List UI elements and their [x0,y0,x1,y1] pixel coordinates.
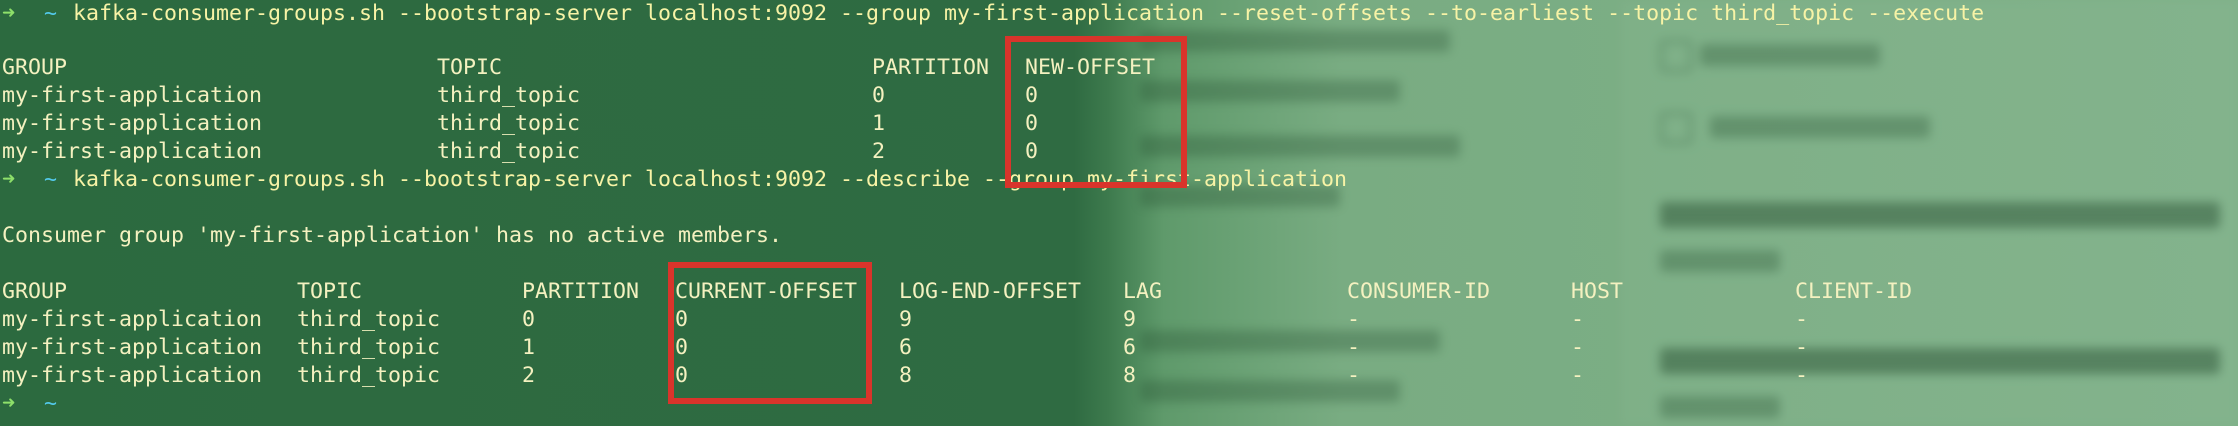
cell-lag: 9 [1123,307,1137,332]
cell-topic: third_topic [437,111,581,136]
cell-new-offset: 0 [1025,139,1039,164]
cell-log-end-offset: 9 [899,307,913,332]
cell-client-id: - [1795,363,1809,388]
cell-partition: 1 [522,335,536,360]
cell-host: - [1571,363,1585,388]
column-header-lag: LAG [1123,279,1163,304]
cell-host: - [1571,307,1585,332]
prompt-tilde: ~ [44,167,58,192]
cell-new-offset: 0 [1025,83,1039,108]
cell-partition: 1 [872,111,886,136]
cell-topic: third_topic [297,335,441,360]
prompt-arrow-icon: ➜ [2,391,16,416]
command-text: kafka-consumer-groups.sh --bootstrap-ser… [73,167,1348,192]
table-row: my-first-application third_topic 2 0 [0,138,1038,166]
column-header-log-end-offset: LOG-END-OFFSET [899,279,1082,304]
cell-partition: 2 [872,139,886,164]
prompt-arrow-icon: ➜ [2,167,16,192]
cell-group: my-first-application [2,139,263,164]
command-line-reset: ➜ ~ kafka-consumer-groups.sh --bootstrap… [0,0,1984,28]
cell-client-id: - [1795,335,1809,360]
command-line-prompt[interactable]: ➜ ~ [0,390,78,418]
prompt-tilde: ~ [44,1,58,26]
column-header-host: HOST [1571,279,1624,304]
cell-host: - [1571,335,1585,360]
cell-partition: 0 [522,307,536,332]
terminal-window[interactable]: ➜ ~ kafka-consumer-groups.sh --bootstrap… [0,0,2238,426]
column-header-topic: TOPIC [297,279,363,304]
column-header-group: GROUP [2,55,68,80]
column-header-new-offset: NEW-OFFSET [1025,55,1156,80]
command-text: kafka-consumer-groups.sh --bootstrap-ser… [73,1,1985,26]
table-row: my-first-application third_topic 1 0 6 6… [0,334,1808,362]
no-active-members-message: Consumer group 'my-first-application' ha… [2,223,783,248]
table-row: my-first-application third_topic 1 0 [0,110,1038,138]
cell-consumer-id: - [1347,335,1361,360]
prompt-arrow-icon: ➜ [2,1,16,26]
cell-log-end-offset: 6 [899,335,913,360]
column-header-partition: PARTITION [872,55,990,80]
cell-group: my-first-application [2,335,263,360]
cell-consumer-id: - [1347,363,1361,388]
column-header-partition: PARTITION [522,279,640,304]
cell-group: my-first-application [2,363,263,388]
cell-current-offset: 0 [675,363,689,388]
reset-table-header: GROUP TOPIC PARTITION NEW-OFFSET [0,54,1155,82]
cell-topic: third_topic [297,307,441,332]
cell-current-offset: 0 [675,335,689,360]
background-window-blur [1100,0,2238,426]
table-row: my-first-application third_topic 2 0 8 8… [0,362,1808,390]
cell-lag: 8 [1123,363,1137,388]
cell-partition: 0 [872,83,886,108]
status-message: Consumer group 'my-first-application' ha… [0,222,782,250]
cell-topic: third_topic [297,363,441,388]
cell-lag: 6 [1123,335,1137,360]
command-line-describe: ➜ ~ kafka-consumer-groups.sh --bootstrap… [0,166,1347,194]
prompt-tilde: ~ [44,391,58,416]
cell-partition: 2 [522,363,536,388]
cell-group: my-first-application [2,307,263,332]
column-header-client-id: CLIENT-ID [1795,279,1913,304]
cell-new-offset: 0 [1025,111,1039,136]
cell-client-id: - [1795,307,1809,332]
cell-consumer-id: - [1347,307,1361,332]
table-row: my-first-application third_topic 0 0 9 9… [0,306,1808,334]
cell-group: my-first-application [2,83,263,108]
describe-table-header: GROUP TOPIC PARTITION CURRENT-OFFSET LOG… [0,278,1912,306]
cell-topic: third_topic [437,83,581,108]
column-header-consumer-id: CONSUMER-ID [1347,279,1491,304]
column-header-topic: TOPIC [437,55,503,80]
cell-current-offset: 0 [675,307,689,332]
column-header-current-offset: CURRENT-OFFSET [675,279,858,304]
cell-log-end-offset: 8 [899,363,913,388]
cell-group: my-first-application [2,111,263,136]
column-header-group: GROUP [2,279,68,304]
cell-topic: third_topic [437,139,581,164]
table-row: my-first-application third_topic 0 0 [0,82,1038,110]
